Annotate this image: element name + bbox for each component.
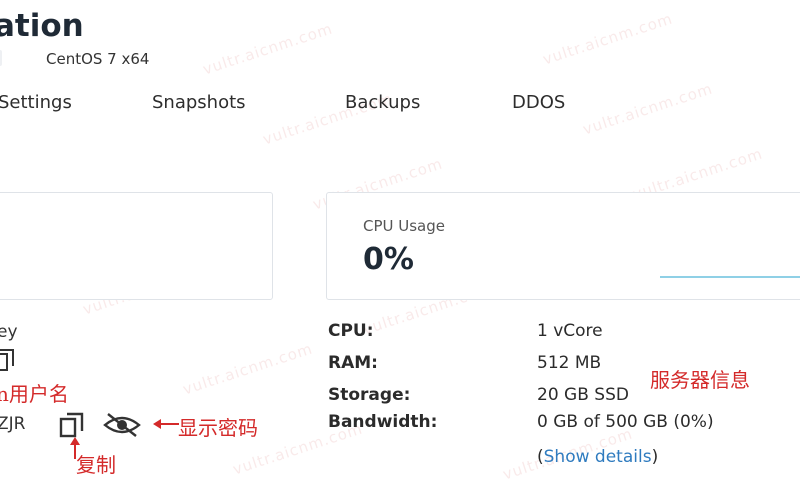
- spec-label-ram: RAM:: [328, 353, 378, 373]
- spec-label-bandwidth: Bandwidth:: [328, 412, 438, 432]
- watermark-text: vultr.aicnm.com: [540, 9, 675, 69]
- tab-backups[interactable]: Backups: [345, 92, 420, 113]
- tab-snapshots[interactable]: Snapshots: [152, 92, 246, 113]
- annotation-server-info: 服务器信息: [650, 368, 750, 392]
- page-title: ation: [0, 8, 84, 44]
- spec-label-cpu: CPU:: [328, 321, 374, 341]
- tab-settings[interactable]: Settings: [0, 92, 72, 113]
- watermark-text: vultr.aicnm.com: [180, 339, 315, 399]
- eye-slash-icon[interactable]: [102, 411, 142, 439]
- spec-value-ram: 512 MB: [537, 353, 602, 373]
- watermark-text: vultr.aicnm.com: [200, 19, 335, 79]
- cpu-usage-value: 0%: [363, 242, 414, 277]
- annotation-copy: 复制: [76, 453, 116, 477]
- show-details-open-paren: (: [537, 447, 544, 467]
- spec-value-cpu: 1 vCore: [537, 321, 603, 341]
- spec-value-bandwidth: 0 GB of 500 GB (0%): [537, 412, 714, 432]
- cpu-usage-graph-line: [660, 276, 800, 278]
- os-label: CentOS 7 x64: [46, 50, 150, 68]
- copy-password-icon[interactable]: [58, 411, 88, 439]
- copy-icon[interactable]: [0, 348, 16, 374]
- show-details-row: (Show details): [537, 447, 658, 467]
- server-detail-page: vultr.aicnm.com vultr.aicnm.com vultr.ai…: [0, 0, 800, 500]
- arrow-left-annotation: [153, 419, 179, 429]
- spec-value-storage: 20 GB SSD: [537, 385, 629, 405]
- tab-ddos[interactable]: DDOS: [512, 92, 565, 113]
- spec-label-storage: Storage:: [328, 385, 411, 405]
- annotation-username: n用户名: [0, 382, 69, 406]
- show-details-close-paren: ): [651, 447, 659, 467]
- watermark-text: vultr.aicnm.com: [580, 79, 715, 139]
- os-icon: [0, 50, 2, 66]
- info-card: [0, 192, 273, 300]
- password-fragment: ZJR: [0, 414, 26, 434]
- show-details-link[interactable]: Show details: [544, 447, 652, 467]
- annotation-show-password: 显示密码: [178, 416, 258, 440]
- cpu-usage-card: CPU Usage 0%: [326, 192, 800, 300]
- key-label-fragment: ey: [0, 322, 18, 342]
- cpu-usage-label: CPU Usage: [363, 217, 446, 235]
